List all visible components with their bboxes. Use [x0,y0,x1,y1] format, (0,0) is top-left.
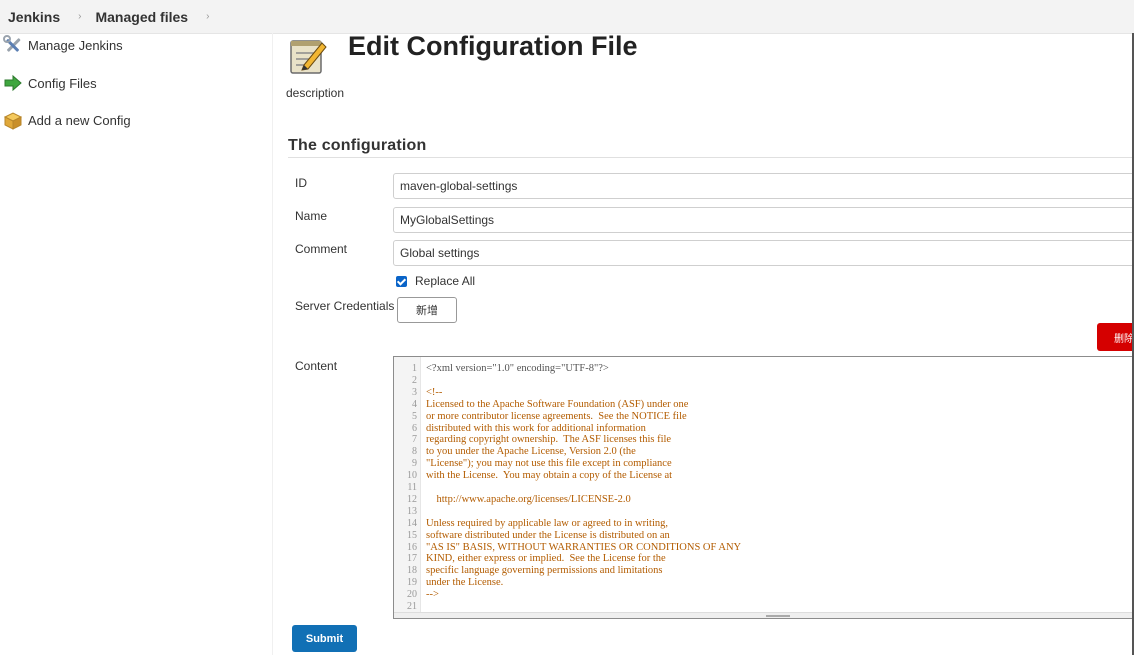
line-number: 2 [412,374,417,386]
line-number: 15 [407,529,417,541]
line-number: 6 [412,422,417,434]
code-text: under the License. [426,577,504,589]
line-number: 14 [407,517,417,529]
sidebar: Manage Jenkins Config Files Add a new Co… [0,33,273,655]
scrollbar-thumb[interactable] [766,615,790,617]
main-panel: Edit Configuration File description The … [286,31,1134,655]
delete-button[interactable]: 删除 [1097,323,1134,351]
sidebar-item-label: Manage Jenkins [28,37,123,53]
code-text: <?xml version="1.0" encoding="UTF-8"?> [426,363,609,374]
code-line: 5 or more contributor license agreements.… [394,411,1134,423]
line-number: 1 [412,363,417,374]
code-line: 19 under the License. [394,577,1134,589]
code-line: 14 Unless required by applicable law or a… [394,518,1134,530]
code-line: 11 [394,482,1134,494]
wrench-screwdriver-icon [3,35,23,55]
comment-input[interactable] [393,240,1134,266]
replace-all-row: Replace All [396,274,475,288]
comment-label: Comment [295,242,348,256]
line-number: 5 [412,410,417,422]
code-editor[interactable]: 1 <?xml version="1.0" encoding="UTF-8"?> 2… [393,356,1134,619]
id-input[interactable] [393,173,1134,199]
line-number: 18 [407,565,417,577]
code-line: 12 http://www.apache.org/licenses/LICENS… [394,494,1134,506]
name-label: Name [295,209,328,223]
replace-all-checkbox[interactable] [396,275,407,287]
breadcrumb-separator[interactable]: › [78,11,81,22]
submit-button[interactable]: Submit [292,625,357,652]
sidebar-item-label: Config Files [28,75,97,91]
line-number: 11 [407,482,417,493]
code-text: or more contributor license agreements. … [426,410,687,422]
code-line: 17 KIND, either express or implied. See t… [394,553,1134,565]
line-number: 8 [412,446,417,458]
line-number: 12 [407,493,417,505]
code-text: software distributed under the License i… [426,529,670,541]
code-line: 6 distributed with this work for addition… [394,423,1134,435]
line-number: 3 [412,386,417,398]
code-text: http://www.apache.org/licenses/LICENSE-2… [426,493,631,505]
code-line: 9 "License"); you may not use this file e… [394,458,1134,470]
code-text: with the License. You may obtain a copy … [426,470,673,482]
server-credentials-label: Server Credentials [295,299,395,313]
code-text: Licensed to the Apache Software Foundati… [426,398,689,410]
code-text: distributed with this work for additiona… [426,422,646,434]
code-line: 7 regarding copyright ownership. The ASF … [394,434,1134,446]
description-text: description [286,86,345,100]
replace-all-label: Replace All [415,274,476,288]
code-line: 18 specific language governing permission… [394,565,1134,577]
code-line: 4 Licensed to the Apache Software Foundat… [394,399,1134,411]
page-title: Edit Configuration File [348,31,638,61]
code-line: 20 --> [394,589,1134,601]
breadcrumb-managed-files[interactable]: Managed files [95,9,188,25]
code-text: --> [426,589,439,601]
line-number: 20 [407,589,417,601]
code-line: 1 <?xml version="1.0" encoding="UTF-8"?> [394,363,1134,375]
breadcrumb: Jenkins › Managed files › [0,0,1134,34]
line-number: 10 [407,470,417,482]
line-number: 13 [407,505,417,517]
horizontal-scrollbar[interactable] [394,612,1134,618]
sidebar-item-manage-jenkins[interactable]: Manage Jenkins [3,35,123,55]
code-line: 13 [394,506,1134,518]
sidebar-item-label: Add a new Config [28,112,131,128]
code-text: <!-- [426,386,443,398]
id-label: ID [295,176,307,190]
code-line: 15 software distributed under the License… [394,530,1134,542]
code-line: 8 to you under the Apache License, Versio… [394,446,1134,458]
code-text: to you under the Apache License, Version… [426,446,636,458]
name-input[interactable] [393,207,1134,233]
code-line: 10 with the License. You may obtain a cop… [394,470,1134,482]
line-number: 4 [412,398,417,410]
line-number: 16 [407,541,417,553]
sidebar-item-config-files[interactable]: Config Files [3,73,97,93]
section-divider [288,157,1134,158]
code-line: 16 "AS IS" BASIS, WITHOUT WARRANTIES OR C… [394,542,1134,554]
green-arrow-icon [3,73,23,93]
breadcrumb-separator[interactable]: › [206,11,209,22]
code-line: 3 <!-- [394,387,1134,399]
section-title: The configuration [288,137,427,154]
breadcrumb-jenkins[interactable]: Jenkins [8,9,60,25]
line-number: 17 [407,553,417,565]
line-number: 7 [412,434,417,446]
code-line: 2 [394,375,1134,387]
code-text: "License"); you may not use this file ex… [426,458,672,470]
package-icon [3,110,23,130]
notepad-pencil-icon [288,35,328,74]
add-credentials-button[interactable]: 新增 [397,297,457,323]
content-label: Content [295,359,338,373]
code-text: Unless required by applicable law or agr… [426,517,669,529]
line-number: 19 [407,577,417,589]
code-text: KIND, either express or implied. See the… [426,553,666,565]
line-number: 9 [412,458,417,470]
code-text: regarding copyright ownership. The ASF l… [426,434,672,446]
code-text: specific language governing permissions … [426,565,663,577]
code-text: "AS IS" BASIS, WITHOUT WARRANTIES OR CON… [426,541,742,553]
sidebar-item-add-new-config[interactable]: Add a new Config [3,110,131,130]
